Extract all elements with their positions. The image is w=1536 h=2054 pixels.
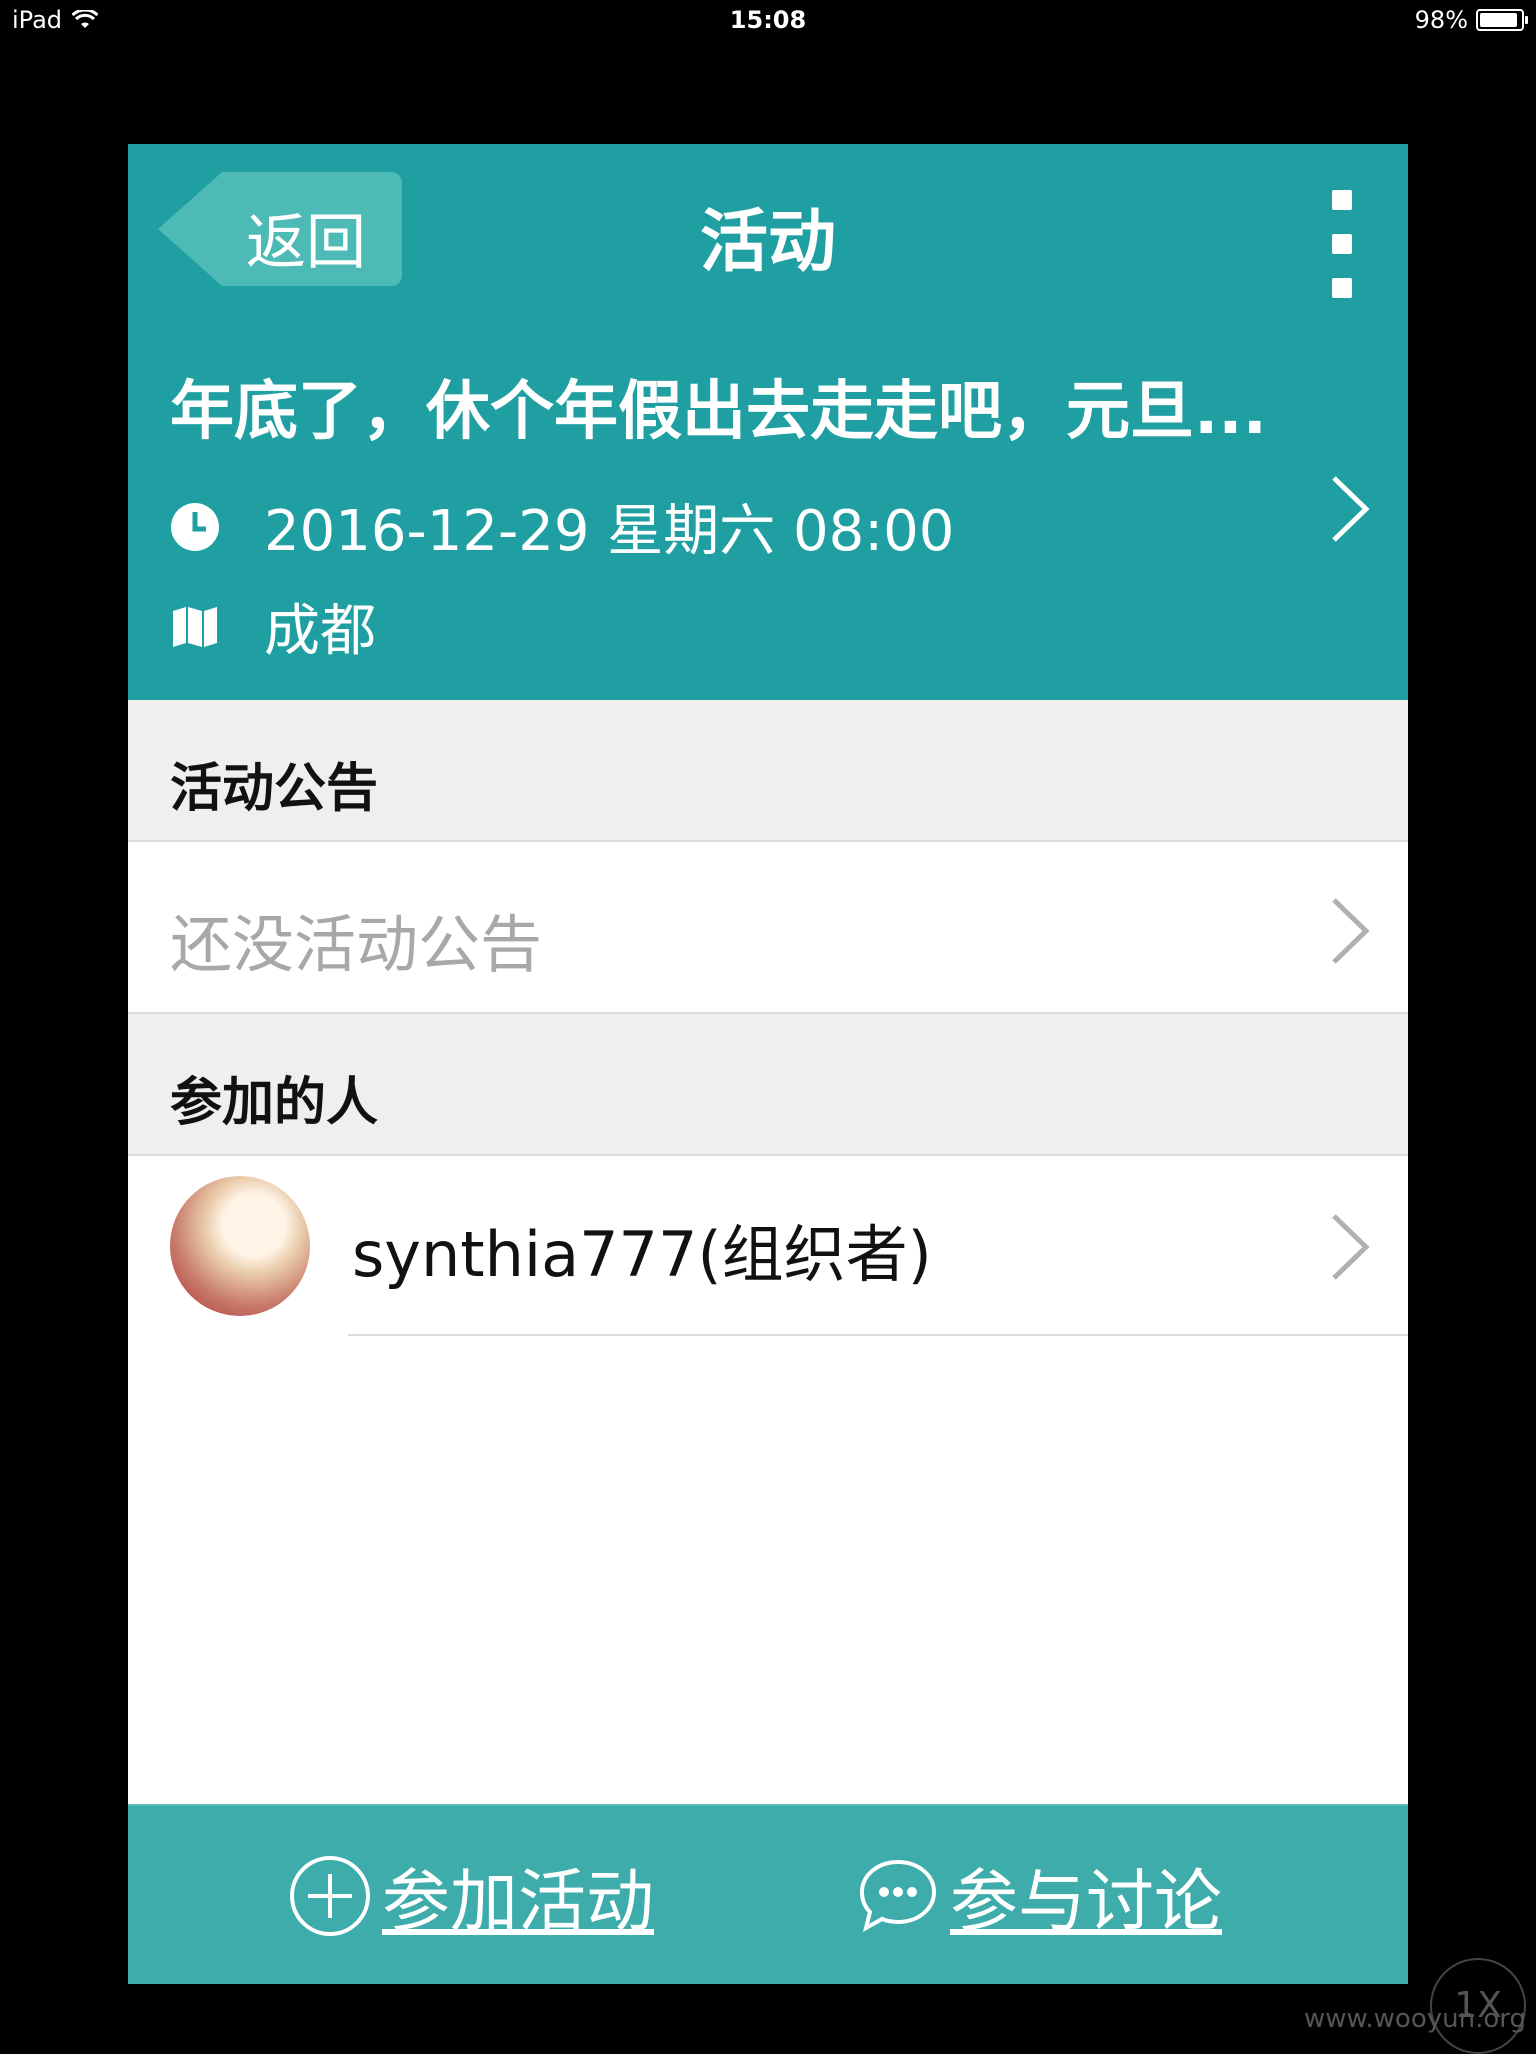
map-icon bbox=[170, 602, 220, 652]
page-title: 活动 bbox=[699, 203, 836, 282]
chevron-right-icon bbox=[1332, 1214, 1370, 1280]
event-datetime-row[interactable]: 2016-12-29 星期六 08:00 bbox=[170, 486, 954, 567]
avatar[interactable] bbox=[170, 1176, 310, 1316]
join-discussion-label: 参与讨论 bbox=[950, 1863, 1223, 1942]
bottom-action-bar: 参加活动 参与讨论 bbox=[128, 1804, 1408, 1984]
participant-row[interactable]: synthia777(组织者) bbox=[128, 1160, 1408, 1336]
plus-circle-icon bbox=[288, 1854, 372, 1938]
event-header: 返回 活动 年底了，休个年假出去走走吧，元旦... 2016-12-29 星期六… bbox=[128, 144, 1408, 700]
status-bar: iPad 15:08 98% bbox=[0, 0, 1536, 42]
announcement-section-header: 活动公告 bbox=[128, 700, 1408, 842]
clock-icon bbox=[170, 502, 220, 552]
more-menu-icon[interactable] bbox=[1332, 190, 1352, 298]
battery-percent: 98% bbox=[1414, 6, 1468, 34]
join-activity-label: 参加活动 bbox=[382, 1863, 655, 1942]
chevron-right-icon[interactable] bbox=[1330, 474, 1372, 544]
join-discussion-button[interactable]: 参与讨论 bbox=[856, 1846, 1222, 1945]
chevron-right-icon bbox=[1332, 898, 1370, 964]
event-location: 成都 bbox=[264, 599, 376, 664]
divider bbox=[348, 1334, 1408, 1336]
battery-icon bbox=[1476, 9, 1528, 31]
join-activity-button[interactable]: 参加活动 bbox=[288, 1846, 654, 1945]
announcement-section-title: 活动公告 bbox=[170, 759, 379, 819]
event-title: 年底了，休个年假出去走走吧，元旦... bbox=[170, 375, 1267, 449]
event-datetime: 2016-12-29 星期六 08:00 bbox=[264, 499, 955, 564]
app-window: 返回 活动 年底了，休个年假出去走走吧，元旦... 2016-12-29 星期六… bbox=[128, 144, 1408, 1984]
participants-section-header: 参加的人 bbox=[128, 1014, 1408, 1156]
chat-bubble-icon bbox=[856, 1854, 940, 1938]
watermark-url: www.wooyun.org bbox=[1303, 2004, 1526, 2034]
clock: 15:08 bbox=[729, 6, 807, 34]
participants-section-title: 参加的人 bbox=[170, 1073, 379, 1133]
announcement-empty-text: 还没活动公告 bbox=[170, 908, 543, 981]
participant-name: synthia777(组织者) bbox=[352, 1218, 932, 1291]
announcement-row[interactable]: 还没活动公告 bbox=[128, 846, 1408, 1014]
event-location-row: 成都 bbox=[170, 586, 376, 667]
